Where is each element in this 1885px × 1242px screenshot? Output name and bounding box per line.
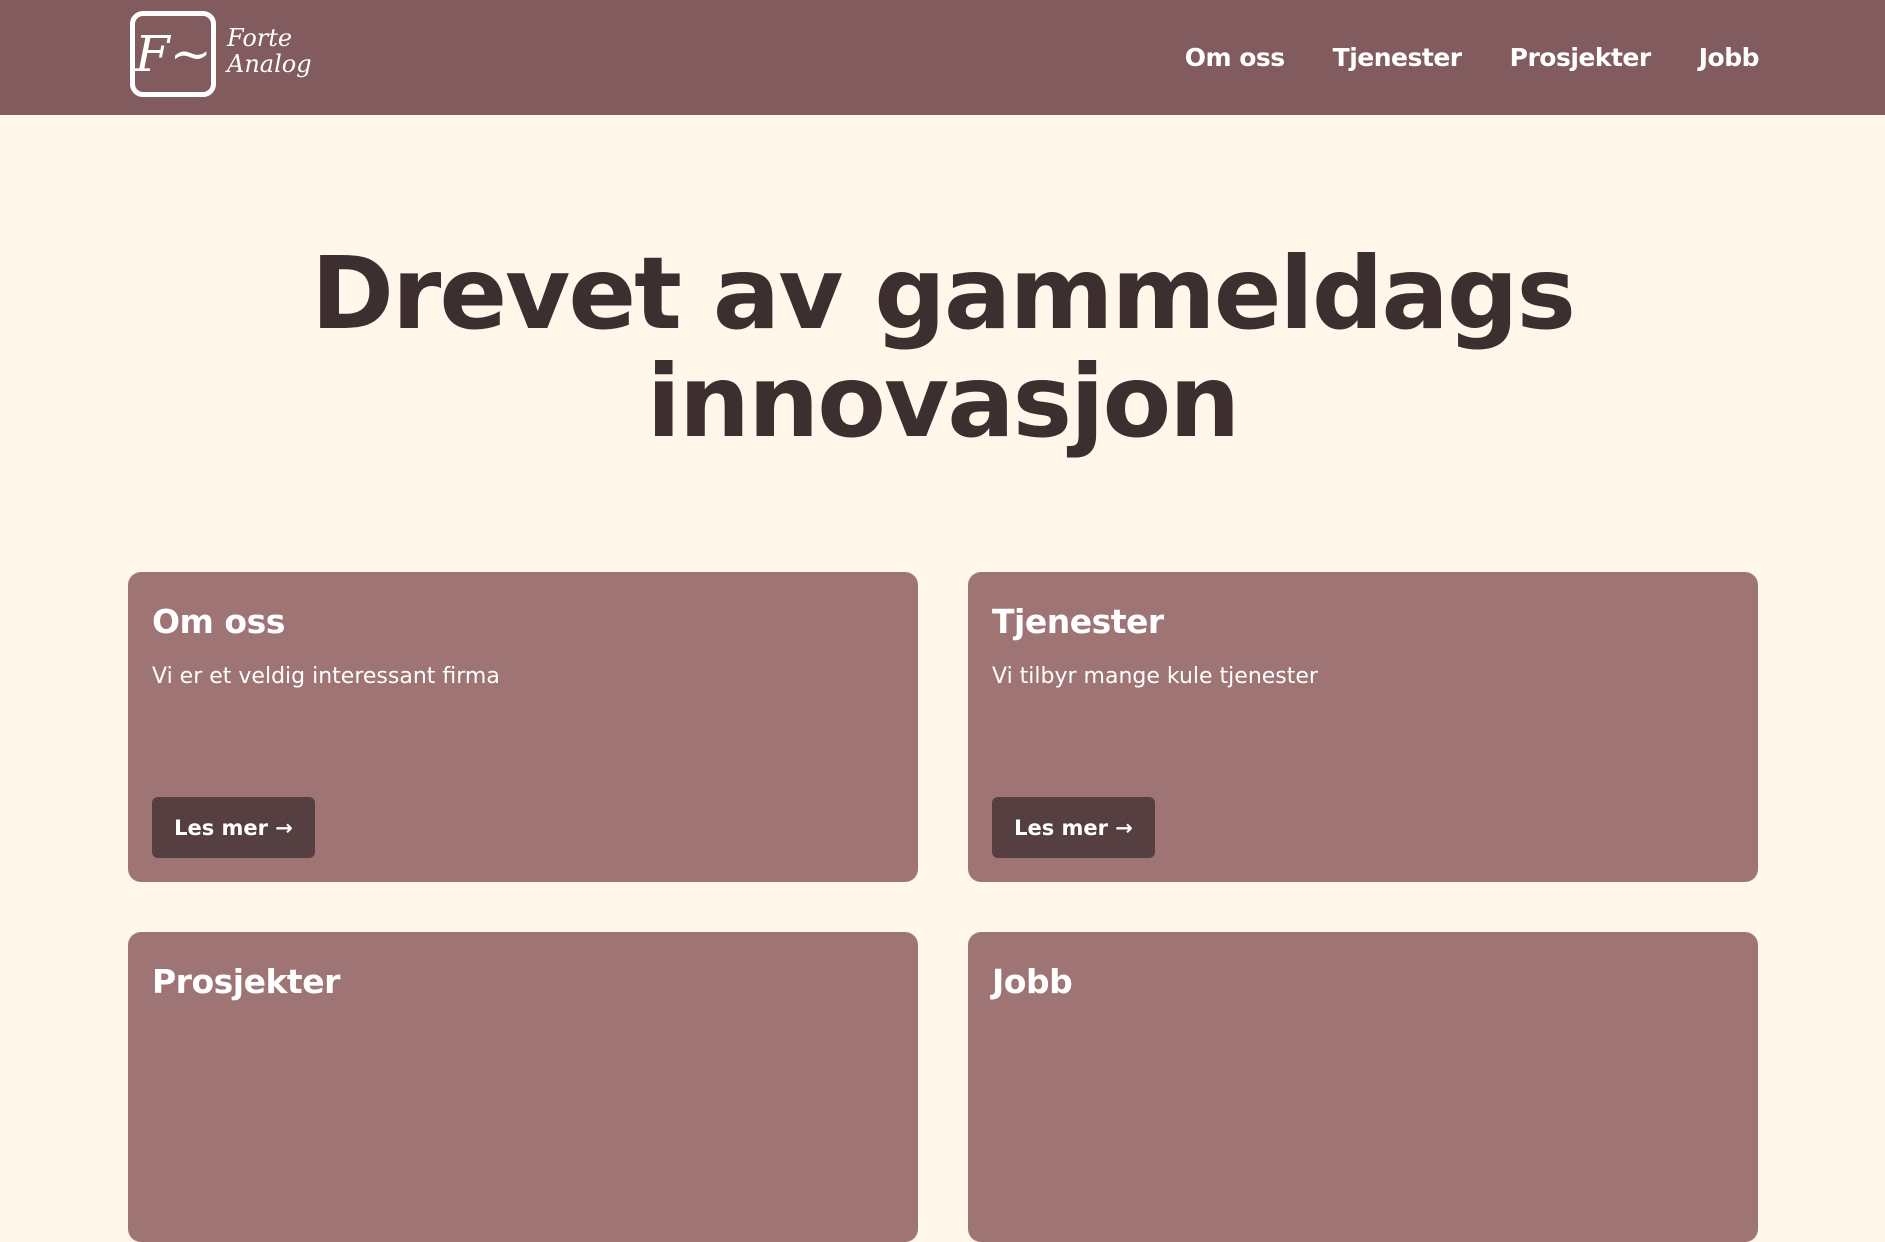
card-title: Tjenester	[992, 602, 1164, 641]
card-tjenester: Tjenester Vi tilbyr mange kule tjenester…	[968, 572, 1758, 882]
nav-link-prosjekter[interactable]: Prosjekter	[1510, 43, 1652, 72]
card-description: Vi er et veldig interessant firma	[152, 664, 500, 689]
logo-link[interactable]: F~ Forte Analog	[130, 11, 330, 99]
logo-wordmark-line-1: Forte	[227, 24, 293, 52]
hero-heading: Drevet av gammeldags innovasjon	[0, 240, 1885, 456]
card-title: Om oss	[152, 602, 285, 641]
logo-mark: F~	[130, 11, 216, 97]
hero-heading-line-2: innovasjon	[646, 343, 1241, 460]
card-om-oss: Om oss Vi er et veldig interessant firma…	[128, 572, 918, 882]
logo-glyph: F~	[135, 25, 212, 83]
nav-link-jobb[interactable]: Jobb	[1699, 43, 1760, 72]
site-header: F~ Forte Analog Om oss Tjenester Prosjek…	[0, 0, 1885, 115]
nav-link-om-oss[interactable]: Om oss	[1185, 43, 1285, 72]
nav-link-tjenester[interactable]: Tjenester	[1333, 43, 1462, 72]
hero-heading-line-1: Drevet av gammeldags	[311, 235, 1576, 352]
logo-wordmark-line-2: Analog	[227, 50, 312, 78]
card-title: Prosjekter	[152, 962, 340, 1001]
les-mer-button[interactable]: Les mer →	[992, 797, 1155, 858]
card-prosjekter: Prosjekter	[128, 932, 918, 1242]
les-mer-button[interactable]: Les mer →	[152, 797, 315, 858]
main-nav: Om oss Tjenester Prosjekter Jobb	[1185, 0, 1760, 115]
card-jobb: Jobb	[968, 932, 1758, 1242]
card-description: Vi tilbyr mange kule tjenester	[992, 664, 1318, 689]
logo-wordmark: Forte Analog	[227, 25, 337, 77]
card-title: Jobb	[992, 962, 1073, 1001]
